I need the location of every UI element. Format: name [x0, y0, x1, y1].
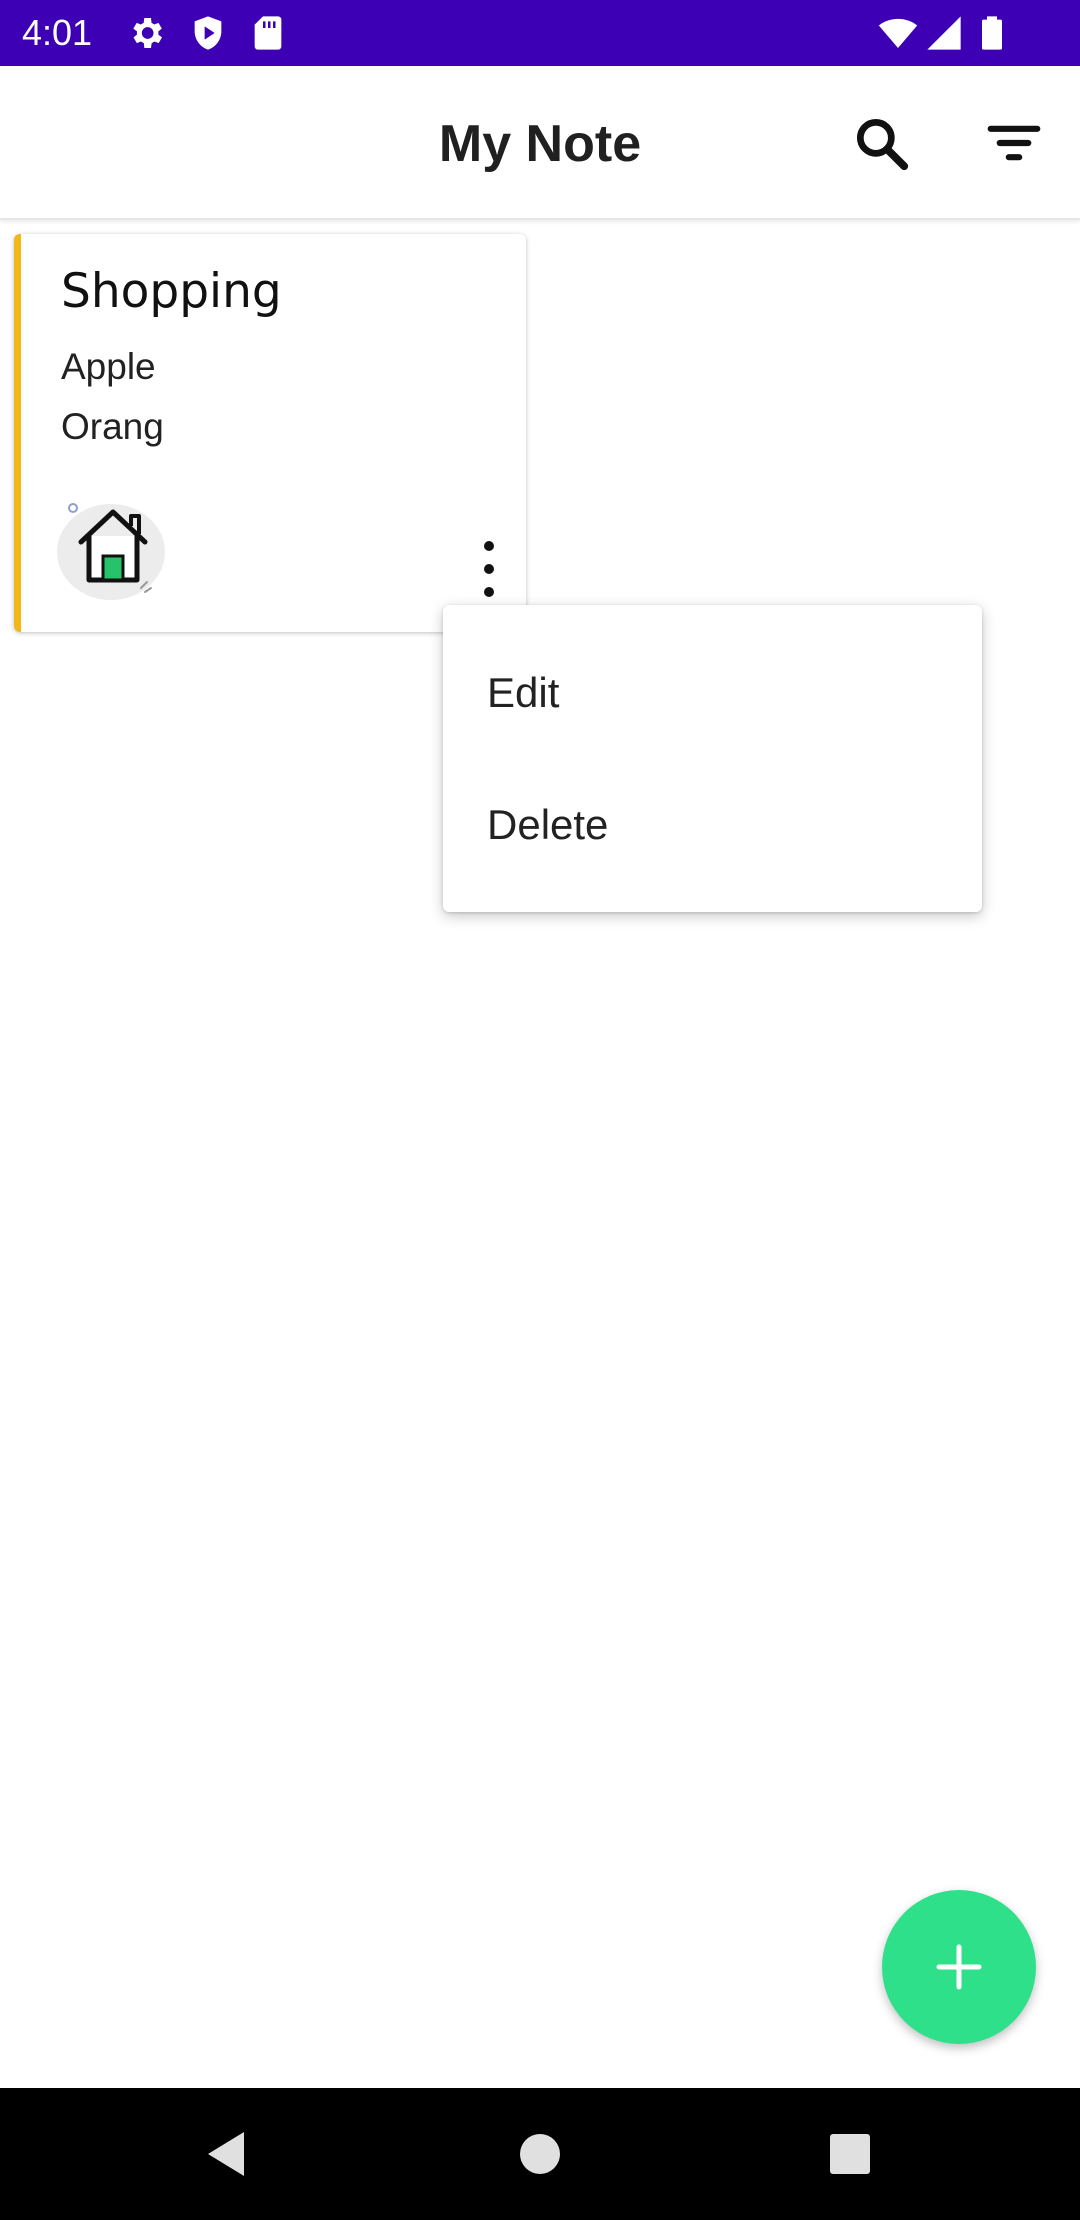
filter-icon[interactable]: [983, 112, 1045, 174]
note-title: Shopping: [61, 264, 282, 319]
battery-icon: [972, 13, 1012, 53]
navigation-bar: [0, 2088, 1080, 2220]
shield-icon: [188, 13, 228, 53]
page-title: My Note: [438, 115, 642, 173]
back-icon[interactable]: [200, 2126, 256, 2182]
sd-card-icon: [248, 13, 288, 53]
plus-icon: [936, 1944, 982, 1990]
status-time: 4:01: [22, 12, 93, 53]
more-options-icon[interactable]: [467, 534, 511, 604]
note-line: Orang: [61, 406, 164, 447]
status-bar: 4:01: [0, 0, 1080, 66]
settings-icon: [126, 13, 166, 53]
cell-signal-icon: [924, 13, 964, 53]
home-icon: [55, 496, 171, 602]
note-line: Apple: [61, 346, 156, 387]
search-icon[interactable]: [850, 112, 912, 174]
add-note-button[interactable]: [882, 1890, 1036, 2044]
menu-item-delete[interactable]: Delete: [443, 759, 982, 891]
recents-icon[interactable]: [822, 2126, 878, 2182]
home-circle-icon[interactable]: [512, 2126, 568, 2182]
popup-menu: Edit Delete: [443, 605, 982, 912]
menu-item-edit[interactable]: Edit: [443, 627, 982, 759]
wifi-icon: [878, 13, 918, 53]
app-bar: My Note: [0, 66, 1080, 220]
note-card[interactable]: Shopping Apple Orang: [14, 234, 526, 632]
